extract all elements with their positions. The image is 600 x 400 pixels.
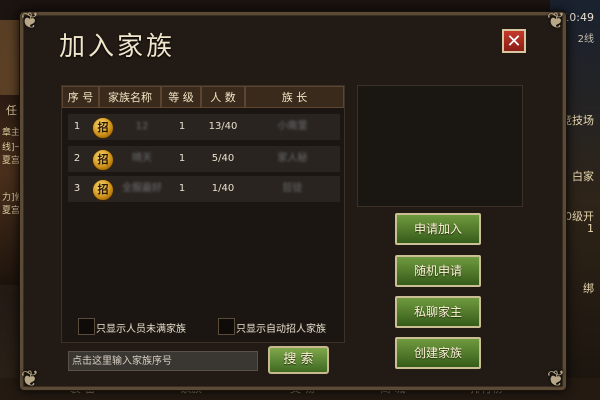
filter-not-full-checkbox[interactable] xyxy=(78,318,95,335)
recruit-badge-icon: 招 xyxy=(92,149,114,171)
family-row[interactable]: 2 招 晴天 1 5/40 家人秘 xyxy=(68,146,340,173)
create-family-button[interactable]: 创建家族 xyxy=(395,337,481,369)
family-name: 全服最好 xyxy=(122,183,162,194)
recruit-badge-icon: 招 xyxy=(92,179,114,201)
family-members: 1/40 xyxy=(211,183,235,194)
close-icon: ✕ xyxy=(506,31,522,52)
filter-auto-recruit-checkbox[interactable] xyxy=(218,318,235,335)
family-leader: 小南里 xyxy=(277,121,308,132)
filter-auto-recruit-label: 只显示自动招人家族 xyxy=(236,324,326,335)
column-header-name: 家族名称 xyxy=(99,86,161,108)
family-index: 2 xyxy=(73,153,81,164)
filter-not-full-label: 只显示人员未满家族 xyxy=(96,324,186,335)
family-name: 12 xyxy=(135,121,149,132)
apply-join-button[interactable]: 申请加入 xyxy=(395,213,481,245)
family-level: 1 xyxy=(178,153,186,164)
family-search-input[interactable]: 点击这里输入家族序号 xyxy=(68,351,258,371)
family-detail-panel xyxy=(357,85,523,207)
private-chat-leader-button[interactable]: 私聊家主 xyxy=(395,296,481,328)
family-row[interactable]: 3 招 全服最好 1 1/40 狂徒 xyxy=(68,176,340,203)
close-button[interactable]: ✕ xyxy=(502,29,526,53)
family-level: 1 xyxy=(178,121,186,132)
family-list-header: 序 号 家族名称 等 级 人 数 族 长 xyxy=(62,86,344,108)
ornament-corner-icon: ❦ xyxy=(546,367,566,392)
hud-menu-item[interactable]: 白家 xyxy=(572,168,594,184)
ornament-corner-icon: ❦ xyxy=(20,9,40,34)
family-index: 3 xyxy=(73,183,81,194)
hud-menu-item[interactable]: 绑 xyxy=(583,280,594,296)
family-list: 序 号 家族名称 等 级 人 数 族 长 1 招 12 1 13/40 小南里 … xyxy=(61,85,345,343)
family-leader: 狂徒 xyxy=(282,183,303,194)
hud-server-line[interactable]: 2线 xyxy=(578,30,594,45)
family-leader: 家人秘 xyxy=(277,153,308,164)
hud-menu-item[interactable]: 1 xyxy=(587,222,594,235)
column-header-level: 等 级 xyxy=(161,86,201,108)
family-index: 1 xyxy=(73,121,81,132)
search-button[interactable]: 搜 索 xyxy=(268,346,329,374)
family-members: 13/40 xyxy=(208,121,238,132)
family-level: 1 xyxy=(178,183,186,194)
column-header-leader: 族 长 xyxy=(245,86,344,108)
ornament-corner-icon: ❦ xyxy=(546,9,566,34)
ornament-corner-icon: ❦ xyxy=(20,367,40,392)
join-family-dialog: ❦ ❦ ❦ ❦ 加入家族 ✕ 序 号 家族名称 等 级 人 数 族 长 1 招 … xyxy=(20,9,566,392)
family-name: 晴天 xyxy=(132,153,152,164)
dialog-title: 加入家族 xyxy=(59,32,176,62)
family-members: 5/40 xyxy=(211,153,235,164)
random-apply-button[interactable]: 随机申请 xyxy=(395,255,481,287)
family-row[interactable]: 1 招 12 1 13/40 小南里 xyxy=(68,114,340,141)
column-header-index: 序 号 xyxy=(62,86,99,108)
recruit-badge-icon: 招 xyxy=(92,117,114,139)
column-header-members: 人 数 xyxy=(201,86,245,108)
